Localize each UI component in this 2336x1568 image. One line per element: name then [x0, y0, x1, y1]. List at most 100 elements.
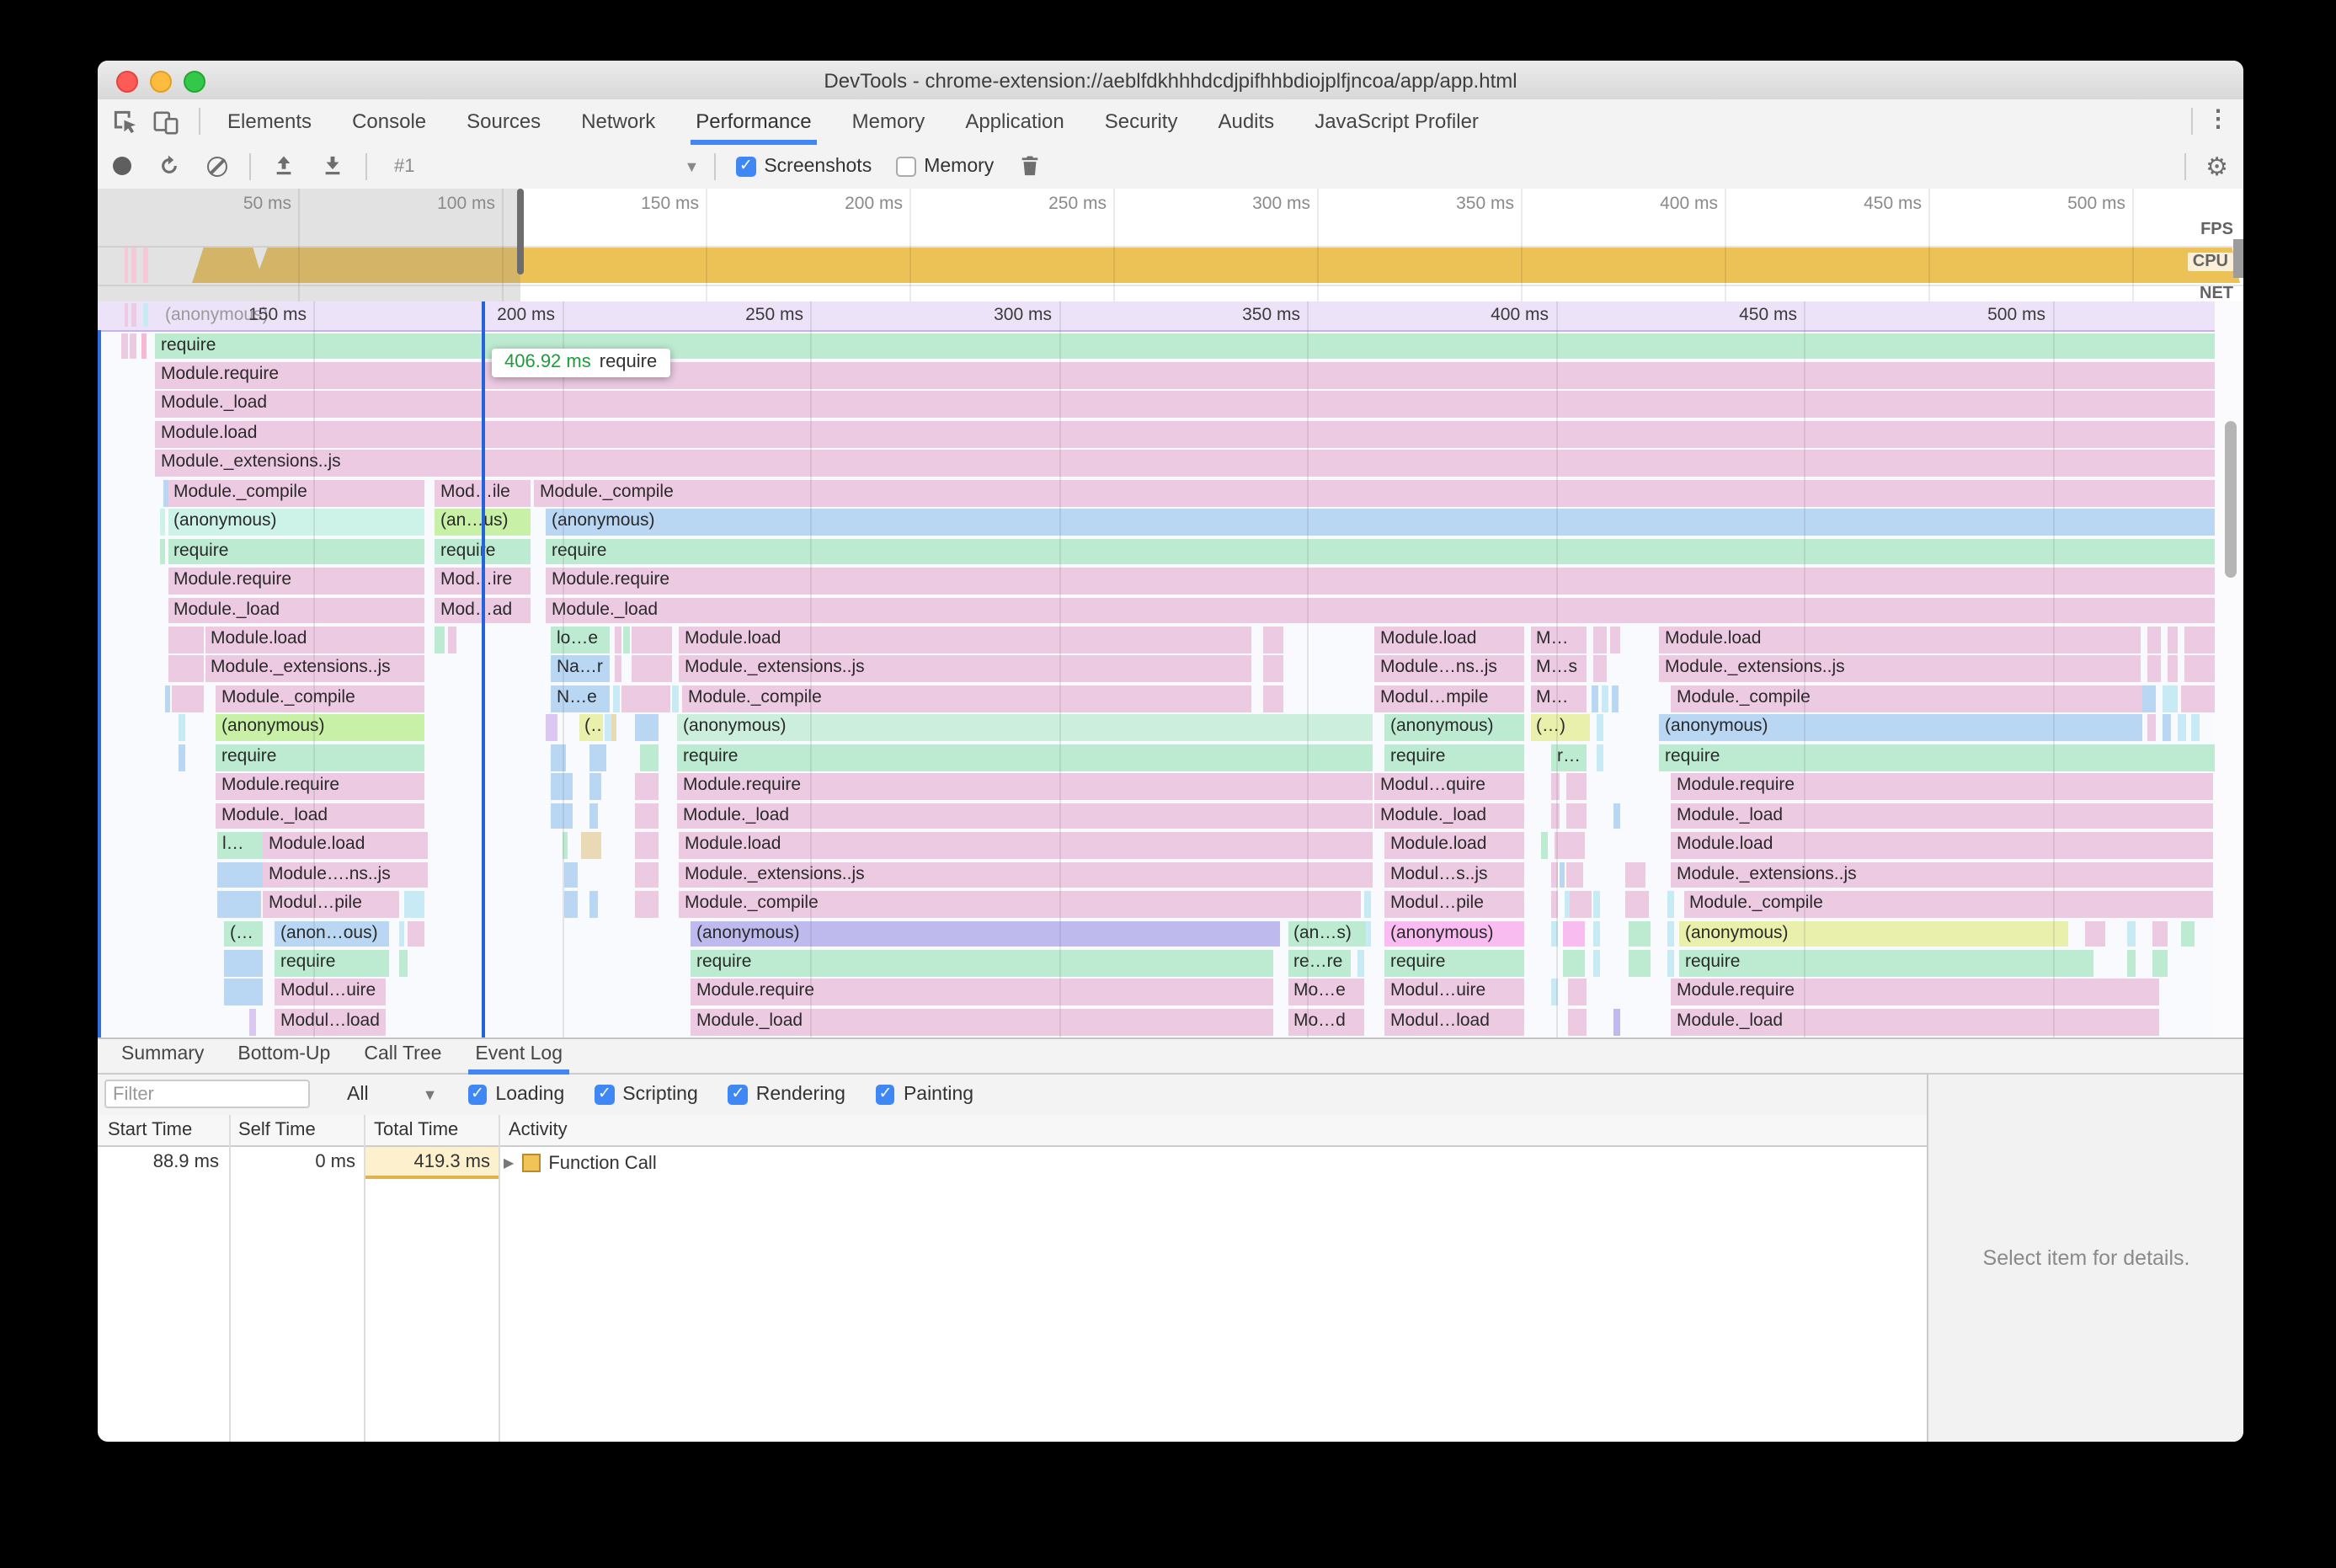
flame-block[interactable]: [589, 773, 600, 801]
flame-block[interactable]: [249, 1008, 256, 1036]
flame-block[interactable]: (anonymous): [1384, 714, 1523, 742]
flame-block[interactable]: [1597, 714, 1603, 742]
inspect-element-icon[interactable]: [111, 108, 140, 136]
flame-block[interactable]: [159, 538, 165, 565]
flame-block[interactable]: (anonymous): [1679, 920, 2068, 947]
tab-console[interactable]: Console: [332, 99, 446, 144]
flame-block[interactable]: [1592, 685, 1598, 712]
flame-block[interactable]: [2127, 949, 2136, 977]
timeline-overview[interactable]: 50 ms 100 ms 150 ms 200 ms 250 ms 300 ms 350 m…: [98, 189, 2243, 302]
flame-block[interactable]: [1551, 803, 1560, 829]
flame-block[interactable]: [1555, 832, 1585, 859]
flame-block[interactable]: Module._load: [1671, 1008, 2159, 1036]
flame-block[interactable]: require: [155, 333, 2214, 360]
flame-block[interactable]: require: [1384, 949, 1523, 977]
flame-block[interactable]: [621, 685, 669, 712]
tab-memory[interactable]: Memory: [832, 99, 946, 144]
flame-block[interactable]: Module._compile: [168, 479, 424, 507]
flame-block[interactable]: require: [546, 538, 2214, 565]
column-header-start-time[interactable]: Start Time: [108, 1120, 192, 1140]
flame-block[interactable]: [632, 655, 672, 683]
flame-block[interactable]: [545, 714, 557, 742]
flame-block[interactable]: [564, 861, 578, 888]
flame-block[interactable]: [2152, 949, 2168, 977]
flame-block[interactable]: [1364, 891, 1371, 918]
flame-block[interactable]: [1667, 920, 1673, 947]
tab-application[interactable]: Application: [945, 99, 1084, 144]
flame-block[interactable]: [635, 773, 658, 801]
flame-block[interactable]: [613, 685, 619, 712]
flame-block[interactable]: [224, 979, 263, 1006]
flame-block[interactable]: (…): [1530, 714, 1589, 742]
flame-block[interactable]: Module.load: [1374, 627, 1523, 653]
column-header-self-time[interactable]: Self Time: [238, 1120, 316, 1140]
flame-block[interactable]: [580, 832, 601, 859]
flame-block[interactable]: Module.require: [216, 773, 424, 801]
flame-block[interactable]: M…: [1530, 627, 1586, 653]
flame-block[interactable]: Module._extensions..js: [155, 450, 2214, 477]
flame-chart[interactable]: (anonymous) 150 ms 200 ms 250 ms 300 ms 350 m…: [98, 301, 2243, 1037]
flame-block[interactable]: Module.require: [155, 361, 2214, 389]
flame-block[interactable]: [635, 832, 658, 859]
flame-block[interactable]: (anonymous): [546, 509, 2214, 536]
kebab-menu-icon[interactable]: ⋮: [2206, 104, 2230, 133]
tab-security[interactable]: Security: [1085, 99, 1198, 144]
flame-block[interactable]: [168, 655, 203, 683]
flame-block[interactable]: [1541, 832, 1547, 859]
flame-block[interactable]: [2127, 920, 2136, 947]
flame-block[interactable]: [1551, 979, 1558, 1006]
duration-filter-select[interactable]: All: [347, 1085, 369, 1105]
flame-block[interactable]: [1629, 920, 1650, 947]
flame-block[interactable]: Modul…pile: [263, 891, 399, 918]
flame-block[interactable]: l…: [216, 832, 262, 859]
flame-block[interactable]: [408, 920, 424, 947]
flame-block[interactable]: Module.load: [155, 420, 2214, 448]
flame-block[interactable]: [216, 891, 260, 918]
flame-block[interactable]: Mo…d: [1288, 1008, 1363, 1036]
flame-block[interactable]: [2147, 627, 2161, 653]
flame-block[interactable]: [1559, 861, 1565, 888]
flame-block[interactable]: r…: [1551, 744, 1586, 771]
filter-input[interactable]: [104, 1080, 310, 1109]
flame-block[interactable]: [1551, 891, 1558, 918]
flame-block[interactable]: [1624, 861, 1645, 888]
event-log-row[interactable]: 88.9 ms 0 ms 419.3 ms ▶ Function Call: [98, 1147, 1926, 1179]
flame-block[interactable]: (anonymous): [1384, 920, 1523, 947]
tab-bottom-up[interactable]: Bottom-Up: [221, 1037, 347, 1074]
flame-block[interactable]: Module.load: [263, 832, 427, 859]
flame-block[interactable]: [435, 627, 445, 653]
flame-block[interactable]: [1612, 685, 1619, 712]
flame-block[interactable]: [159, 509, 165, 536]
flame-block[interactable]: require: [1384, 744, 1523, 771]
flame-block[interactable]: [1566, 803, 1586, 829]
flame-block[interactable]: lo…e: [551, 627, 610, 653]
flame-block[interactable]: [403, 891, 424, 918]
download-profile-icon[interactable]: [322, 156, 344, 178]
flame-block[interactable]: [589, 744, 605, 771]
session-select[interactable]: #1: [394, 157, 415, 177]
tab-elements[interactable]: Elements: [207, 99, 332, 144]
flame-block[interactable]: Module._compile: [679, 891, 1361, 918]
flame-block[interactable]: [635, 891, 658, 918]
flame-block[interactable]: require: [1659, 744, 2214, 771]
flame-block[interactable]: [623, 627, 629, 653]
painting-checkbox[interactable]: ✓ Painting: [875, 1085, 973, 1105]
reload-icon[interactable]: [158, 156, 180, 178]
flame-block[interactable]: [1565, 861, 1582, 888]
flame-block[interactable]: Modul…pile: [1384, 891, 1523, 918]
flame-block[interactable]: Modul…load: [275, 1008, 386, 1036]
flame-block[interactable]: [2191, 714, 2200, 742]
flame-block[interactable]: [1365, 920, 1371, 947]
flame-block[interactable]: [634, 714, 658, 742]
tab-event-log[interactable]: Event Log: [458, 1037, 579, 1074]
flame-block[interactable]: [551, 773, 572, 801]
flame-block[interactable]: [2181, 920, 2195, 947]
flame-block[interactable]: Modul…s..js: [1384, 861, 1523, 888]
tab-summary[interactable]: Summary: [104, 1037, 221, 1074]
flame-block[interactable]: [1667, 949, 1673, 977]
flame-block[interactable]: [611, 714, 616, 742]
flame-block[interactable]: [635, 861, 658, 888]
flame-block[interactable]: [632, 627, 672, 653]
cell-activity[interactable]: ▶ Function Call: [504, 1147, 657, 1179]
flame-block[interactable]: [1593, 891, 1599, 918]
